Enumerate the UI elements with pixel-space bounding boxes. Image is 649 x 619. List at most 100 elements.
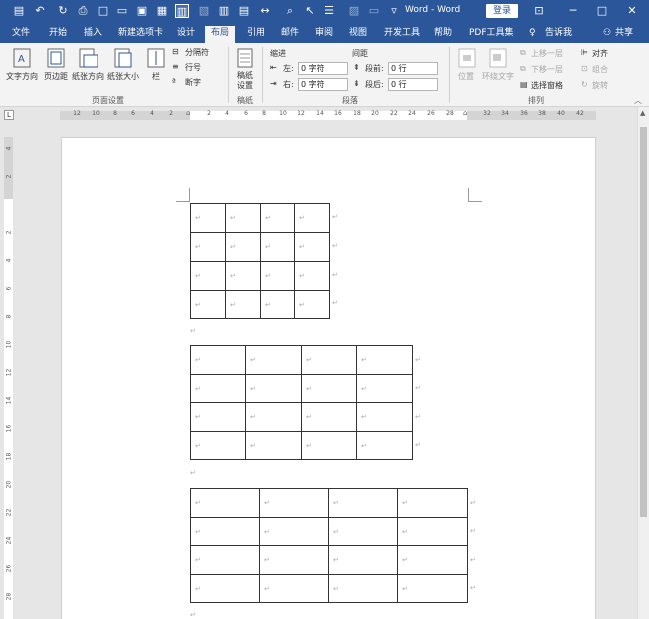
- right-indent-marker-icon[interactable]: ⌂: [463, 109, 467, 117]
- orientation-button[interactable]: 纸张方向: [72, 71, 104, 82]
- wrap-text-button[interactable]: 环绕文字: [482, 71, 514, 82]
- vertical-scrollbar[interactable]: ▲: [637, 107, 649, 619]
- ribbon-display-icon[interactable]: ⊡: [531, 3, 547, 19]
- tab-file[interactable]: 文件: [12, 26, 30, 43]
- table-cell[interactable]: ↵: [260, 290, 295, 319]
- tab-design[interactable]: 设计: [177, 26, 195, 43]
- table-cell[interactable]: ↵: [245, 402, 302, 432]
- paste-special-icon[interactable]: ▤: [237, 4, 251, 18]
- margins-button[interactable]: 页边距: [44, 71, 68, 82]
- table-cell[interactable]: ↵: [397, 574, 468, 603]
- table-cell[interactable]: ↵: [356, 374, 413, 403]
- tab-insert[interactable]: 插入: [84, 26, 102, 43]
- table-cell[interactable]: ↵: [225, 290, 261, 319]
- scrollbar-thumb[interactable]: [640, 127, 647, 517]
- tab-view[interactable]: 视图: [349, 26, 367, 43]
- tab-developer[interactable]: 开发工具: [384, 26, 420, 43]
- table-cell[interactable]: ↵: [294, 261, 330, 291]
- table-cell[interactable]: ↵: [245, 431, 302, 460]
- table-cell[interactable]: ↵: [328, 517, 398, 546]
- vertical-ruler[interactable]: 4 2 2 4 6 8 10 12 14 16 18 20 22 24 26 2…: [0, 123, 16, 619]
- table-cell[interactable]: ↵: [190, 374, 246, 403]
- table-cell[interactable]: ↵: [245, 374, 302, 403]
- table-cell[interactable]: ↵: [259, 488, 329, 518]
- tab-new[interactable]: 新建选项卡: [118, 26, 163, 43]
- text-direction-button[interactable]: 文字方向: [6, 71, 38, 82]
- customize-icon[interactable]: ▿: [387, 4, 401, 18]
- find-icon[interactable]: ⌕: [283, 4, 297, 18]
- table-cell[interactable]: ↵: [190, 574, 260, 603]
- table-cell[interactable]: ↵: [397, 517, 468, 546]
- indent-left-field[interactable]: 0 字符: [298, 62, 348, 75]
- tab-home[interactable]: 开始: [49, 26, 67, 43]
- group-button[interactable]: 组合: [592, 64, 608, 75]
- table-cell[interactable]: ↵: [190, 203, 226, 233]
- manuscript-button[interactable]: 稿纸设置: [237, 71, 255, 91]
- width-icon[interactable]: ↔: [258, 4, 272, 18]
- tab-review[interactable]: 审阅: [315, 26, 333, 43]
- table-cell[interactable]: ↵: [301, 402, 357, 432]
- table-cell[interactable]: ↵: [225, 232, 261, 262]
- frame-icon[interactable]: ▭: [367, 4, 381, 18]
- selection-pane-button[interactable]: 选择窗格: [531, 80, 563, 91]
- new-icon[interactable]: □: [96, 4, 110, 18]
- table-cell[interactable]: ↵: [190, 402, 246, 432]
- spacing-after-field[interactable]: 0 行: [388, 78, 438, 91]
- document-table[interactable]: ↵ ↵ ↵ ↵ ↵ ↵ ↵ ↵ ↵ ↵ ↵ ↵ ↵ ↵ ↵ ↵: [190, 203, 330, 319]
- document-page[interactable]: ↵ ↵ ↵ ↵ ↵ ↵ ↵ ↵ ↵ ↵ ↵ ↵ ↵ ↵ ↵ ↵ ↵ ↵ ↵ ↵ …: [61, 137, 596, 619]
- table-cell[interactable]: ↵: [259, 545, 329, 575]
- table-cell[interactable]: ↵: [225, 203, 261, 233]
- table-cell[interactable]: ↵: [190, 545, 260, 575]
- table-cell[interactable]: ↵: [356, 431, 413, 460]
- table-cell[interactable]: ↵: [190, 261, 226, 291]
- table-cell[interactable]: ↵: [301, 431, 357, 460]
- open-icon[interactable]: ▭: [115, 4, 129, 18]
- columns-button[interactable]: 栏: [152, 71, 160, 82]
- tab-pdf[interactable]: PDF工具集: [469, 26, 514, 43]
- indent-marker-icon[interactable]: ⌂: [186, 109, 190, 117]
- bullets-icon[interactable]: ☰: [322, 4, 336, 18]
- tell-me-search[interactable]: 告诉我: [545, 26, 572, 43]
- table-cell[interactable]: ↵: [328, 545, 398, 575]
- table-cell[interactable]: ↵: [260, 261, 295, 291]
- table-cell[interactable]: ↵: [225, 261, 261, 291]
- table-cell[interactable]: ↵: [294, 290, 330, 319]
- tab-selector-icon[interactable]: L: [4, 110, 14, 120]
- pointer-icon[interactable]: ↖: [303, 4, 317, 18]
- bring-forward-button[interactable]: 上移一层: [531, 48, 563, 59]
- share-button[interactable]: 共享: [615, 26, 633, 43]
- table-cell[interactable]: ↵: [397, 545, 468, 575]
- image-icon[interactable]: ▨: [347, 4, 361, 18]
- read-mode-icon[interactable]: ▥: [175, 4, 189, 18]
- minimize-icon[interactable]: ─: [565, 3, 581, 19]
- print-preview-icon[interactable]: ⎙: [76, 4, 90, 18]
- tab-layout[interactable]: 布局: [205, 26, 236, 43]
- indent-right-field[interactable]: 0 字符: [298, 78, 348, 91]
- table-cell[interactable]: ↵: [328, 574, 398, 603]
- paste-icon[interactable]: ▣: [135, 4, 149, 18]
- size-button[interactable]: 纸张大小: [107, 71, 139, 82]
- login-button[interactable]: 登录: [486, 4, 518, 18]
- document-table[interactable]: ↵ ↵ ↵ ↵ ↵ ↵ ↵ ↵ ↵ ↵ ↵ ↵ ↵ ↵ ↵ ↵: [190, 488, 468, 603]
- breaks-button[interactable]: 分隔符: [185, 47, 209, 58]
- horizontal-ruler[interactable]: L 12 10 8 6 4 2 2 4 6 8 10 12 14 16 18 2…: [0, 107, 649, 123]
- close-icon[interactable]: ✕: [624, 3, 640, 19]
- hyphenation-button[interactable]: 断字: [185, 77, 201, 88]
- table-cell[interactable]: ↵: [245, 345, 302, 375]
- table-cell[interactable]: ↵: [294, 232, 330, 262]
- table-cell[interactable]: ↵: [260, 203, 295, 233]
- table-cell[interactable]: ↵: [190, 232, 226, 262]
- table-cell[interactable]: ↵: [259, 517, 329, 546]
- table-cell[interactable]: ↵: [397, 488, 468, 518]
- scroll-up-icon[interactable]: ▲: [640, 109, 645, 117]
- redo-icon[interactable]: ↻: [56, 4, 70, 18]
- document-table[interactable]: ↵ ↵ ↵ ↵ ↵ ↵ ↵ ↵ ↵ ↵ ↵ ↵ ↵ ↵ ↵ ↵: [190, 345, 413, 460]
- tab-references[interactable]: 引用: [247, 26, 265, 43]
- table-cell[interactable]: ↵: [190, 488, 260, 518]
- save-icon[interactable]: ▤: [12, 4, 26, 18]
- table-cell[interactable]: ↵: [190, 517, 260, 546]
- line-numbers-button[interactable]: 行号: [185, 62, 201, 73]
- table-cell[interactable]: ↵: [260, 232, 295, 262]
- undo-icon[interactable]: ↶: [33, 4, 47, 18]
- send-backward-button[interactable]: 下移一层: [531, 64, 563, 75]
